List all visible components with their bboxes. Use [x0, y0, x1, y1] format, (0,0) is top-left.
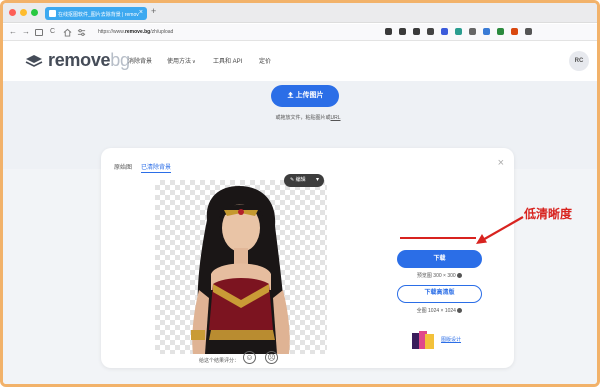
maximize-window-button[interactable] [31, 9, 38, 16]
nav-how-to-use-label: 使用方法 [167, 59, 192, 65]
chevron-down-icon: ∨ [192, 59, 196, 65]
tab-title: 在线抠图软件_图片去除背景 | remov [58, 12, 139, 18]
annotation-label: 低清晰度 [524, 207, 573, 221]
nav-remove-background[interactable]: 消除背景 [128, 56, 152, 65]
forward-icon[interactable]: → [22, 27, 30, 37]
logo-icon [25, 55, 43, 67]
extension-icon[interactable] [385, 28, 392, 35]
annotation-arrow-icon [476, 216, 524, 244]
tab-close-icon[interactable]: × [139, 9, 143, 16]
result-image [155, 180, 327, 354]
site-info-icon[interactable] [77, 28, 86, 37]
nav-how-to-use[interactable]: 使用方法∨ [167, 56, 196, 65]
annotation-underline [400, 237, 476, 239]
edit-button[interactable]: ✎ 编辑 ▾ [284, 174, 324, 187]
design-link[interactable]: 图版设计 [441, 336, 461, 343]
result-tabs: 原始图 已清除背景 [114, 162, 172, 173]
download-button[interactable]: 下载 [397, 250, 482, 268]
window-controls [9, 9, 38, 16]
logo-accent: bg [110, 50, 130, 70]
upload-hint: 或拖放文件，粘贴图片或URL [253, 114, 363, 121]
sad-face-icon[interactable]: ☹ [265, 351, 278, 364]
extension-icon[interactable] [413, 28, 420, 35]
edit-label: 编辑 [295, 177, 306, 183]
tab-removed-background[interactable]: 已清除背景 [141, 162, 172, 173]
nav-pricing[interactable]: 定价 [259, 56, 271, 65]
tab-original[interactable]: 原始图 [114, 162, 132, 173]
result-card: 原始图 已清除背景 × ✎ 编辑 ▾ 给这个结果评分： ☺ ☹ 下载 预览图 3… [101, 148, 514, 368]
new-tab-button[interactable]: + [151, 6, 156, 16]
logo-main: remove [48, 50, 111, 70]
nav-tools-api[interactable]: 工具和 API [213, 56, 242, 65]
rate-label: 给这个结果评分： [199, 358, 240, 364]
info-icon[interactable] [457, 273, 463, 278]
url-domain: remove.bg [124, 29, 151, 35]
happy-face-icon[interactable]: ☺ [243, 351, 256, 364]
extension-icon[interactable] [441, 28, 448, 35]
extension-icon[interactable] [497, 28, 504, 35]
info-icon[interactable] [457, 308, 463, 313]
full-size: 全图 1024 × 1024 [397, 307, 482, 314]
preview-size-text: 预览图 300 × 300 [416, 273, 456, 279]
favicon-icon [49, 10, 56, 17]
url-field[interactable]: https://www.remove.bg/zh/upload [98, 29, 173, 35]
browser-window: 在线抠图软件_图片去除背景 | remov × + ← → C https://… [0, 0, 600, 387]
tab-bar: 在线抠图软件_图片去除背景 | remov × + [3, 3, 597, 23]
extension-icon[interactable] [525, 28, 532, 35]
back-icon[interactable]: ← [9, 27, 17, 37]
close-window-button[interactable] [9, 9, 16, 16]
extension-toolbar [385, 28, 532, 35]
chevron-down-icon: ▾ [315, 177, 319, 183]
address-bar: ← → C https://www.remove.bg/zh/upload [3, 24, 597, 41]
upload-hint-text: 或拖放文件，粘贴图片或 [275, 115, 331, 121]
extension-icon[interactable] [427, 28, 434, 35]
url-prefix: https://www. [98, 29, 125, 35]
extension-icon[interactable] [483, 28, 490, 35]
home-icon[interactable] [63, 28, 72, 37]
site-header: removebg 消除背景 使用方法∨ 工具和 API 定价 RC [3, 41, 597, 81]
browser-tab[interactable]: 在线抠图软件_图片去除背景 | remov × [45, 7, 147, 20]
extension-icon[interactable] [469, 28, 476, 35]
url-suffix: /zh/upload [150, 29, 174, 35]
extension-icon[interactable] [511, 28, 518, 35]
download-hd-button[interactable]: 下载高清版 [397, 285, 482, 303]
design-thumbnail-icon[interactable] [412, 331, 434, 351]
url-link[interactable]: URL [331, 115, 341, 121]
avatar[interactable]: RC [569, 51, 589, 71]
extension-icon[interactable] [455, 28, 462, 35]
reload-icon[interactable]: C [50, 27, 55, 37]
remove-bg-page: removebg 消除背景 使用方法∨ 工具和 API 定价 RC 上传图片 或… [3, 41, 597, 384]
logo[interactable]: removebg [48, 50, 130, 71]
full-size-text: 全图 1024 × 1024 [416, 308, 456, 314]
upload-image-button[interactable]: 上传图片 [271, 85, 339, 107]
portrait-cutout [191, 186, 290, 354]
pencil-icon: ✎ [290, 177, 295, 183]
extension-icon[interactable] [399, 28, 406, 35]
preview-size: 预览图 300 × 300 [397, 272, 482, 279]
upload-icon [287, 91, 293, 98]
minimize-window-button[interactable] [20, 9, 27, 16]
close-icon[interactable]: × [498, 158, 504, 169]
upload-label: 上传图片 [295, 92, 324, 99]
sidebar-icon[interactable] [35, 29, 43, 36]
